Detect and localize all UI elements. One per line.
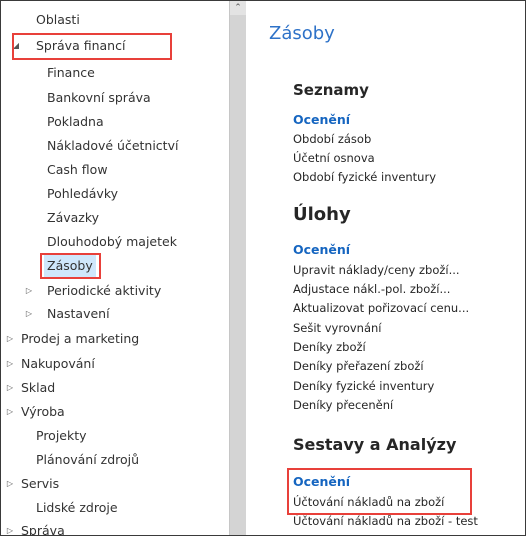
- nav-item-label: Sklad: [21, 380, 56, 395]
- link-deniky-zbozi[interactable]: Deníky zboží: [293, 340, 366, 354]
- navigation-pane: Oblasti ◢ Správa financí Finance Bankovn…: [1, 1, 229, 536]
- nav-item-label: Nastavení: [47, 306, 110, 321]
- nav-item-oblasti[interactable]: Oblasti: [36, 9, 80, 31]
- section-title-sestavy-a-analyzy: Sestavy a Analýzy: [293, 435, 457, 454]
- nav-item-sprava[interactable]: ▷ Správa: [7, 520, 65, 536]
- nav-item-label: Zásoby: [44, 255, 96, 277]
- link-deniky-preceneni[interactable]: Deníky přecenění: [293, 398, 393, 412]
- nav-item-zavazky[interactable]: Závazky: [47, 207, 99, 229]
- link-aktualizovat-porizovaci-cenu[interactable]: Aktualizovat pořizovací cenu...: [293, 301, 469, 315]
- nav-item-periodicke-aktivity[interactable]: ▷ Periodické aktivity: [26, 280, 162, 302]
- nav-item-label: Závazky: [47, 210, 100, 225]
- nav-item-pokladna[interactable]: Pokladna: [47, 111, 104, 133]
- nav-item-label: Bankovní správa: [47, 90, 151, 105]
- triangle-right-icon[interactable]: ▷: [5, 520, 15, 535]
- nav-item-bankovni-sprava[interactable]: Bankovní správa: [47, 87, 151, 109]
- nav-item-label: Výroba: [21, 404, 65, 419]
- nav-item-servis[interactable]: ▷ Servis: [7, 473, 60, 495]
- link-uctovani-nakladu-na-zbozi[interactable]: Účtování nákladů na zboží: [293, 495, 444, 509]
- nav-item-lidske-zdroje[interactable]: Lidské zdroje: [36, 497, 118, 519]
- nav-item-planovani-zdroju[interactable]: Plánování zdrojů: [36, 449, 139, 471]
- link-deniky-fyzicke-inventury[interactable]: Deníky fyzické inventury: [293, 379, 434, 393]
- nav-item-finance[interactable]: Finance: [47, 62, 95, 84]
- nav-item-projekty[interactable]: Projekty: [36, 425, 87, 447]
- link-deniky-prerazeni-zbozi[interactable]: Deníky přeřazení zboží: [293, 359, 424, 373]
- nav-item-nakladove-ucetnictvi[interactable]: Nákladové účetnictví: [47, 135, 178, 157]
- triangle-right-icon[interactable]: ▷: [5, 473, 15, 495]
- group-link-oceneni[interactable]: Ocenění: [293, 242, 350, 257]
- nav-item-label: Finance: [47, 65, 95, 80]
- page-title: Zásoby: [269, 23, 335, 44]
- triangle-right-icon[interactable]: ▷: [5, 377, 15, 399]
- nav-item-label: Správa financí: [36, 38, 126, 53]
- group-link-oceneni[interactable]: Ocenění: [293, 112, 350, 127]
- triangle-down-icon[interactable]: ◢: [11, 35, 21, 57]
- nav-item-label: Cash flow: [47, 162, 108, 177]
- nav-item-prodej-a-marketing[interactable]: ▷ Prodej a marketing: [7, 328, 140, 350]
- nav-item-label: Plánování zdrojů: [36, 452, 140, 467]
- link-ucetni-osnova[interactable]: Účetní osnova: [293, 151, 375, 165]
- nav-scrollbar[interactable]: ⌃: [229, 1, 246, 535]
- nav-item-label: Periodické aktivity: [47, 283, 162, 298]
- nav-item-sprava-financi[interactable]: ◢ Správa financí: [13, 35, 126, 57]
- nav-item-dlouhodoby-majetek[interactable]: Dlouhodobý majetek: [47, 231, 177, 253]
- nav-item-sklad[interactable]: ▷ Sklad: [7, 377, 56, 399]
- nav-item-label: Nakupování: [21, 356, 95, 371]
- link-upravit-naklady[interactable]: Upravit náklady/ceny zboží...: [293, 263, 460, 277]
- section-title-seznamy: Seznamy: [293, 81, 369, 99]
- nav-item-nakupovani[interactable]: ▷ Nakupování: [7, 353, 95, 375]
- link-obdobi-fyzicke-inventury[interactable]: Období fyzické inventury: [293, 170, 436, 184]
- nav-item-label: Prodej a marketing: [21, 331, 140, 346]
- nav-item-pohledavky[interactable]: Pohledávky: [47, 183, 118, 205]
- window: Oblasti ◢ Správa financí Finance Bankovn…: [0, 0, 526, 536]
- nav-item-label: Projekty: [36, 428, 87, 443]
- nav-item-label: Dlouhodobý majetek: [47, 234, 177, 249]
- group-link-oceneni[interactable]: Ocenění: [293, 474, 350, 489]
- nav-item-label: Nákladové účetnictví: [47, 138, 179, 153]
- content-pane: Zásoby Seznamy Ocenění Období zásob Účet…: [246, 1, 525, 535]
- section-title-ulohy: Úlohy: [293, 204, 351, 225]
- triangle-right-icon[interactable]: ▷: [5, 353, 15, 375]
- link-obdobi-zasob[interactable]: Období zásob: [293, 132, 371, 146]
- chevron-up-icon[interactable]: ⌃: [230, 1, 246, 15]
- link-uctovani-nakladu-na-zbozi-test[interactable]: Účtování nákladů na zboží - test: [293, 514, 478, 528]
- nav-item-label: Správa: [21, 523, 65, 536]
- nav-item-nastaveni[interactable]: ▷ Nastavení: [26, 303, 110, 325]
- nav-item-label: Pokladna: [47, 114, 104, 129]
- link-sesit-vyrovnani[interactable]: Sešit vyrovnání: [293, 321, 381, 335]
- triangle-right-icon[interactable]: ▷: [5, 401, 15, 423]
- nav-item-label: Oblasti: [36, 12, 80, 27]
- nav-item-label: Servis: [21, 476, 60, 491]
- link-adjustace-nakl[interactable]: Adjustace nákl.-pol. zboží...: [293, 282, 450, 296]
- nav-item-vyroba[interactable]: ▷ Výroba: [7, 401, 65, 423]
- triangle-right-icon[interactable]: ▷: [24, 280, 34, 302]
- nav-item-label: Lidské zdroje: [36, 500, 118, 515]
- triangle-right-icon[interactable]: ▷: [5, 328, 15, 350]
- nav-item-cash-flow[interactable]: Cash flow: [47, 159, 108, 181]
- triangle-right-icon[interactable]: ▷: [24, 303, 34, 325]
- nav-item-zasoby[interactable]: Zásoby: [44, 255, 96, 277]
- nav-item-label: Pohledávky: [47, 186, 119, 201]
